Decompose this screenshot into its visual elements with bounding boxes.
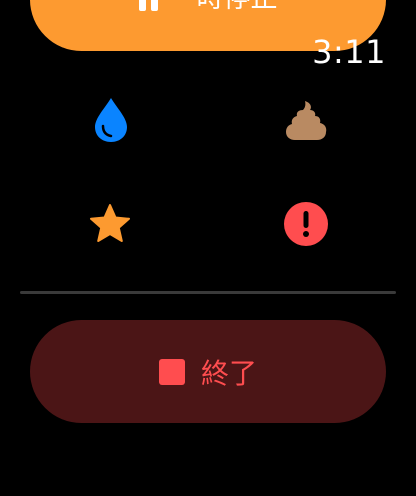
divider <box>20 291 396 294</box>
stop-icon <box>158 358 185 385</box>
water-drop-icon <box>95 98 127 142</box>
star-icon <box>90 204 130 242</box>
poop-button[interactable] <box>276 90 336 150</box>
pause-button-label: 一時停止 <box>170 0 278 15</box>
alert-button[interactable] <box>276 194 336 254</box>
poop-icon <box>286 101 327 140</box>
end-button[interactable]: 終了 <box>30 320 386 423</box>
clock-time: 3:11 <box>312 33 386 71</box>
pause-icon <box>138 0 158 11</box>
star-button[interactable] <box>80 194 140 254</box>
exclamation-icon <box>284 202 328 246</box>
water-button[interactable] <box>81 90 141 150</box>
end-button-label: 終了 <box>200 356 257 390</box>
